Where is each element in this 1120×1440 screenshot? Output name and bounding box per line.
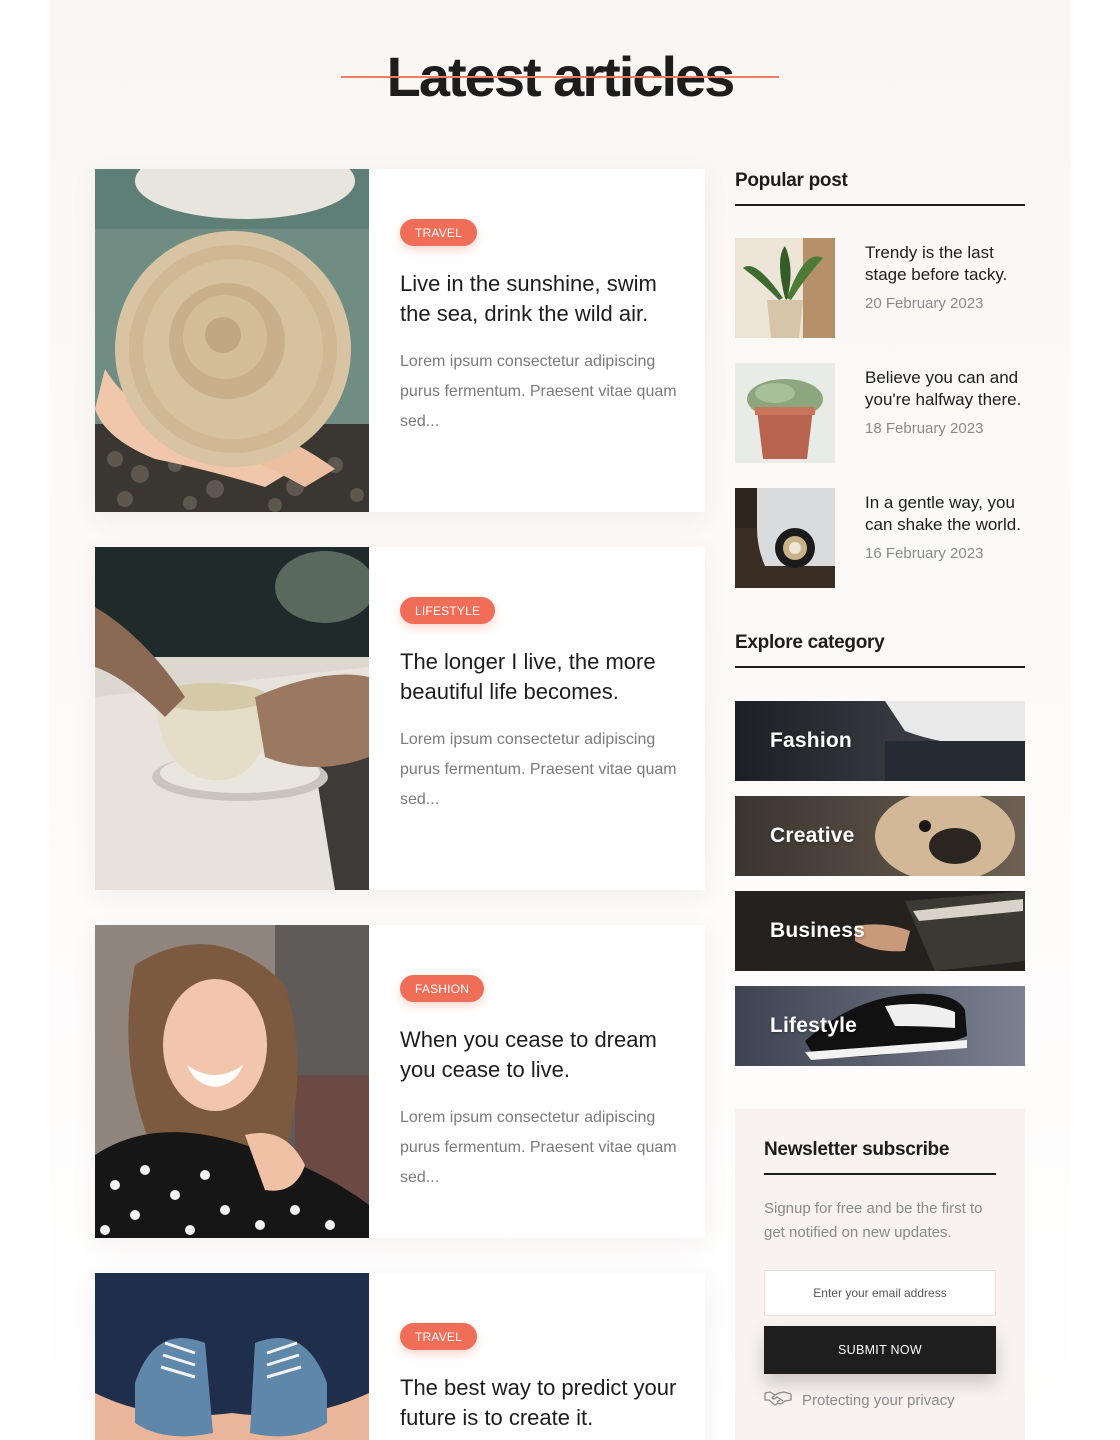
- post-title[interactable]: Trendy is the last stage before tacky.: [865, 242, 1027, 285]
- explore-category-heading: Explore category: [735, 632, 1025, 668]
- article-card[interactable]: TRAVEL The best way to predict your futu…: [95, 1273, 705, 1440]
- popular-post-heading: Popular post: [735, 170, 1025, 206]
- newsletter-description: Signup for free and be the first to get …: [764, 1200, 983, 1241]
- article-image-smiling-woman[interactable]: [95, 925, 369, 1238]
- category-label[interactable]: Lifestyle: [770, 1014, 857, 1038]
- article-image-straw-hat[interactable]: [95, 169, 369, 512]
- article-title[interactable]: The longer I live, the more beautiful li…: [400, 647, 685, 707]
- article-excerpt: Lorem ipsum consectetur adipiscing purus…: [400, 731, 677, 808]
- article-title[interactable]: When you cease to dream you cease to liv…: [400, 1025, 685, 1085]
- post-date: 20 February 2023: [865, 295, 984, 312]
- post-date: 16 February 2023: [865, 545, 984, 562]
- post-thumbnail-van[interactable]: [735, 488, 835, 588]
- title-decoration-line: [341, 76, 779, 78]
- category-tag[interactable]: TRAVEL: [400, 219, 477, 246]
- privacy-text: Protecting your privacy: [802, 1392, 955, 1409]
- article-image-tea-cup[interactable]: [95, 547, 369, 890]
- post-title[interactable]: Believe you can and you're halfway there…: [865, 367, 1027, 410]
- article-card[interactable]: FASHION When you cease to dream you ceas…: [95, 925, 705, 1238]
- category-business[interactable]: Business: [735, 891, 1025, 971]
- article-excerpt: Lorem ipsum consectetur adipiscing purus…: [400, 1109, 677, 1186]
- article-title[interactable]: The best way to predict your future is t…: [400, 1373, 685, 1433]
- article-excerpt: Lorem ipsum consectetur adipiscing purus…: [400, 353, 677, 430]
- popular-post-item[interactable]: Trendy is the last stage before tacky. 2…: [735, 238, 1025, 338]
- category-label[interactable]: Fashion: [770, 729, 852, 753]
- article-title[interactable]: Live in the sunshine, swim the sea, drin…: [400, 269, 685, 329]
- category-creative[interactable]: Creative: [735, 796, 1025, 876]
- privacy-note: Protecting your privacy: [764, 1389, 955, 1412]
- newsletter-heading: Newsletter subscribe: [764, 1139, 996, 1175]
- category-tag[interactable]: LIFESTYLE: [400, 597, 496, 624]
- article-card[interactable]: LIFESTYLE The longer I live, the more be…: [95, 547, 705, 890]
- post-title[interactable]: In a gentle way, you can shake the world…: [865, 492, 1027, 535]
- post-date: 18 February 2023: [865, 420, 984, 437]
- category-label[interactable]: Business: [770, 919, 865, 943]
- popular-post-item[interactable]: Believe you can and you're halfway there…: [735, 363, 1025, 463]
- category-lifestyle[interactable]: Lifestyle: [735, 986, 1025, 1066]
- post-thumbnail-succulent[interactable]: [735, 363, 835, 463]
- popular-post-item[interactable]: In a gentle way, you can shake the world…: [735, 488, 1025, 588]
- article-card[interactable]: TRAVEL Live in the sunshine, swim the se…: [95, 169, 705, 512]
- article-image-sneakers[interactable]: [95, 1273, 369, 1440]
- category-tag[interactable]: FASHION: [400, 975, 485, 1002]
- category-fashion[interactable]: Fashion: [735, 701, 1025, 781]
- category-label[interactable]: Creative: [770, 824, 854, 848]
- handshake-icon: [764, 1389, 792, 1412]
- newsletter-box: Newsletter subscribe Signup for free and…: [735, 1109, 1025, 1440]
- email-field[interactable]: [764, 1270, 996, 1316]
- category-tag[interactable]: TRAVEL: [400, 1323, 477, 1350]
- post-thumbnail-plant[interactable]: [735, 238, 835, 338]
- submit-button[interactable]: SUBMIT NOW: [764, 1326, 996, 1374]
